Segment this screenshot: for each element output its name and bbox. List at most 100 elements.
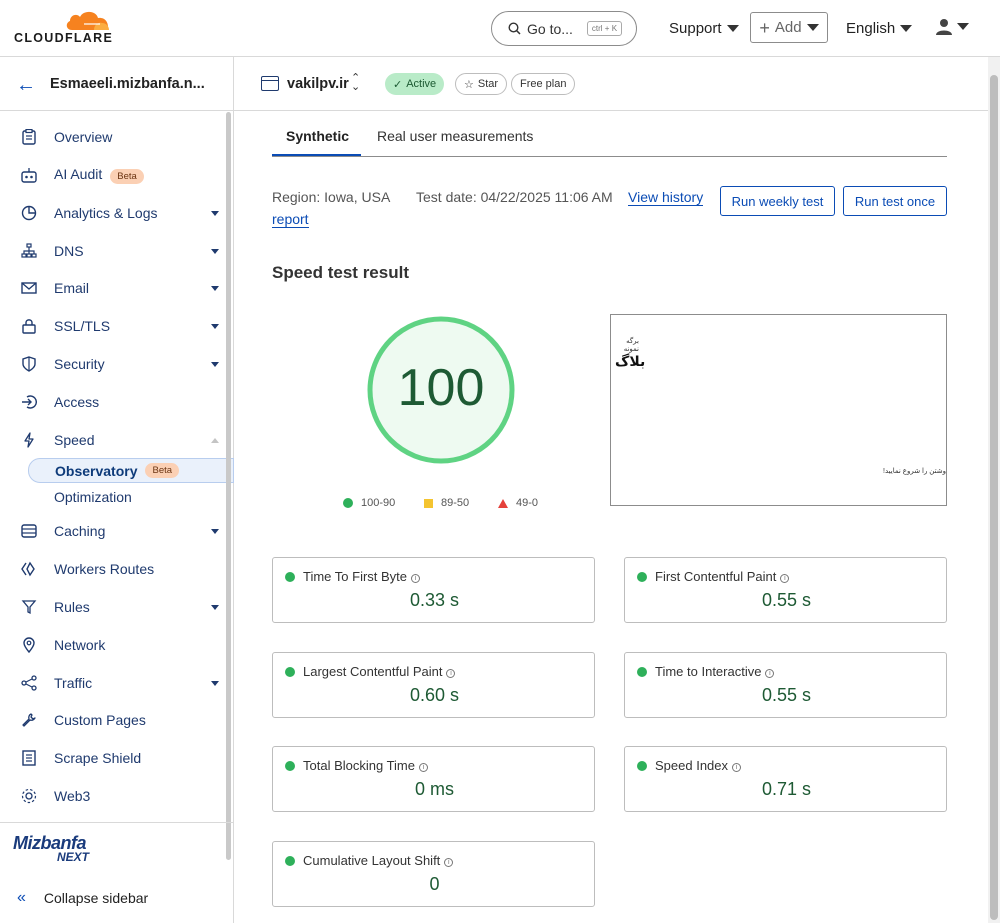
metric-value: 0.55 s [761,685,812,705]
mizbanfa-logo: Mizbanfa NEXT [13,833,105,865]
search-icon [508,22,521,35]
metric-label: Time to Interactive i [655,664,775,679]
green-circle-icon [285,572,295,582]
robot-icon [20,166,38,184]
green-circle-icon [637,667,647,677]
plan-badge[interactable]: Free plan [511,73,576,95]
metric-label-text: Time to Interactive [655,664,762,679]
preview-heading: بلاگ [615,353,646,369]
support-label: Support [669,20,722,37]
green-circle-icon [343,498,353,508]
zone-name[interactable]: vakilpv.ir [287,76,349,92]
account-header[interactable]: ← Esmaeeli.mizbanfa.n... [0,57,234,111]
sidebar-item-traffic[interactable]: Traffic [0,667,226,699]
status-badge: ✓ Active [385,73,445,95]
sidebar-item-security[interactable]: Security [0,348,226,380]
sidebar-item-ssl[interactable]: SSL/TLS [0,310,226,342]
info-icon[interactable]: i [446,669,456,678]
search-box[interactable]: Go to... ctrl + K [491,11,637,46]
info-icon[interactable]: i [419,763,428,772]
back-arrow-icon[interactable]: ← [16,74,36,97]
metric-card-tti: Time to Interactive i 0.55 s [624,652,947,718]
check-icon: ✓ [393,78,403,91]
sidebar-item-workers-routes[interactable]: Workers Routes [0,553,226,585]
tab-real-user-measurements[interactable]: Real user measurements [377,128,533,144]
metric-label-text: Total Blocking Time [303,758,415,773]
chevron-up-icon [211,437,219,443]
metric-card-fcp: First Contentful Paint i 0.55 s [624,557,947,623]
sidebar-item-label: Access [54,394,100,410]
search-shortcut: ctrl + K [586,21,623,36]
legend-good: 100-90 [343,497,395,509]
sidebar-scrollbar[interactable] [226,112,231,860]
info-icon[interactable]: i [780,574,790,583]
zone-switcher-icon[interactable]: ⌃ ⌄ [351,73,360,93]
sidebar-item-analytics[interactable]: Analytics & Logs [0,197,226,229]
sidebar-item-label: Analytics & Logs [54,205,158,221]
sidebar-item-label: Workers Routes [54,561,155,577]
green-circle-icon [285,667,295,677]
mail-icon [20,279,38,297]
sidebar-item-scrape-shield[interactable]: Scrape Shield [0,742,226,774]
sidebar-item-ai-audit[interactable]: AI Audit Beta [0,159,226,191]
chevron-down-icon [806,24,819,31]
sidebar-item-label: Custom Pages [54,712,146,728]
sidebar-item-access[interactable]: Access [0,386,226,418]
lock-icon [20,317,38,335]
page-scrollbar-thumb[interactable] [990,75,998,920]
collapse-sidebar-button[interactable]: « Collapse sidebar [17,889,148,907]
support-menu[interactable]: Support [669,20,739,37]
sidebar-item-overview[interactable]: Overview [0,121,226,153]
star-button[interactable]: ☆ Star [455,73,508,95]
sidebar-item-custom-pages[interactable]: Custom Pages [0,704,226,736]
sidebar-item-label: Email [54,280,90,296]
sidebar-subitem-observatory[interactable]: Observatory Beta [28,458,234,483]
tab-synthetic[interactable]: Synthetic [286,128,349,144]
language-label: English [846,20,896,37]
view-history-link[interactable]: View history [628,189,704,206]
view-history-link-cont[interactable]: report [272,211,309,228]
network-tree-icon [20,242,38,260]
metric-label: Time To First Byte i [303,569,421,584]
sidebar-item-web3[interactable]: Web3 [0,780,226,812]
chevron-down-icon [900,25,913,32]
sidebar-item-label: Caching [54,523,106,539]
run-test-once-button[interactable]: Run test once [843,186,947,216]
info-icon[interactable]: i [444,858,454,867]
info-icon[interactable]: i [765,669,775,678]
legend-label: 100-90 [361,497,396,509]
cloudflare-logo[interactable]: CLOUDFLARE [14,9,114,45]
sidebar-subitem-optimization[interactable]: Optimization [28,484,234,509]
share-nodes-icon [20,674,38,692]
sidebar-item-rules[interactable]: Rules [0,591,226,623]
ai-audit-label: AI Audit [54,166,103,182]
sidebar-item-email[interactable]: Email [0,272,226,304]
green-circle-icon [637,761,647,771]
info-icon[interactable]: i [411,574,421,583]
star-label: Star [477,78,499,90]
sidebar-item-caching[interactable]: Caching [0,515,226,547]
sidebar-item-network[interactable]: Network [0,629,226,661]
shield-icon [20,355,38,373]
add-button[interactable]: + Add [750,12,828,43]
plus-icon: + [759,17,770,38]
metric-label-text: Cumulative Layout Shift [303,853,441,868]
sidebar-item-dns[interactable]: DNS [0,235,226,267]
metric-label: Total Blocking Time i [303,758,428,773]
page-scrollbar[interactable] [988,57,1000,923]
sidebar-item-speed[interactable]: Speed [0,424,226,456]
speed-test-title: Speed test result [272,263,409,282]
sidebar-item-label: AI Audit Beta [54,166,144,184]
user-menu[interactable] [936,18,969,35]
info-icon[interactable]: i [732,763,742,772]
sidebar-item-label: Rules [54,599,90,615]
add-label: Add [774,19,802,36]
chevron-down-icon [211,680,219,686]
yellow-square-icon [424,498,433,508]
legend-label: 89-50 [441,497,470,509]
legend-poor: 49-0 [498,497,538,509]
language-menu[interactable]: English [846,20,913,37]
run-weekly-test-button[interactable]: Run weekly test [720,186,835,216]
metric-card-tbt: Total Blocking Time i 0 ms [272,746,595,812]
chevron-down-icon [211,604,219,610]
